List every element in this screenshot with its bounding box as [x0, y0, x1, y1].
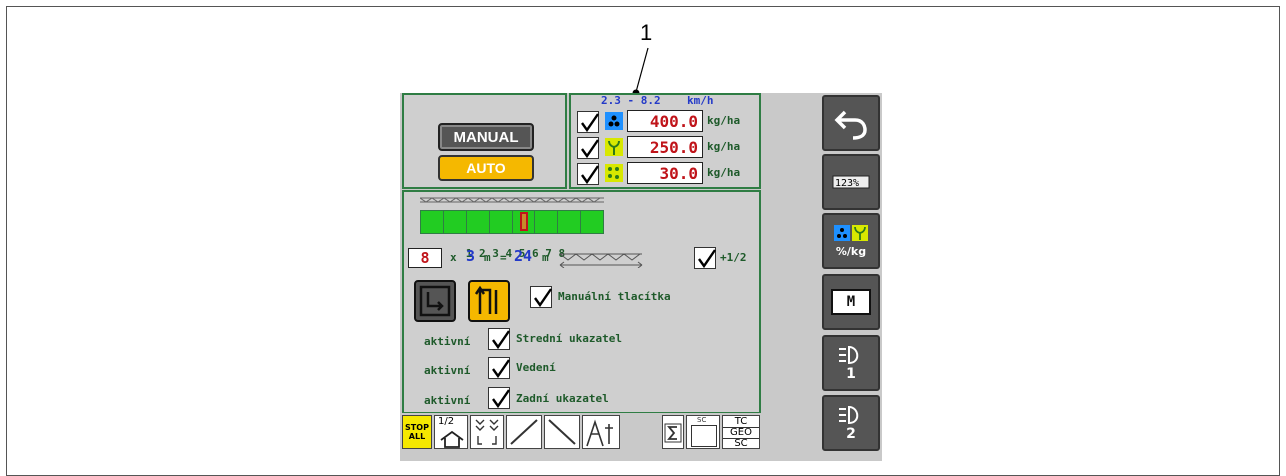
seed-small-icon	[852, 224, 868, 241]
section-1[interactable]	[421, 211, 443, 233]
seed-sprout-icon	[605, 138, 623, 156]
active-label-1: aktivní	[424, 335, 471, 348]
total-width-unit: m	[542, 251, 549, 264]
counters-button[interactable]: 123%	[822, 154, 880, 210]
sigma-icon	[664, 423, 682, 443]
active-label-3: aktivní	[424, 394, 471, 407]
guidance-checkbox[interactable]	[488, 357, 510, 379]
rear-indicator-checkbox[interactable]	[488, 387, 510, 409]
work-light-icon	[839, 345, 859, 365]
marker-icon	[586, 419, 613, 447]
bottom-toolbar: STOP ALL 1/2 SC TC GEO SC	[400, 413, 762, 453]
rate-enable-checkbox-2[interactable]	[577, 137, 599, 159]
headland-exit-button[interactable]	[414, 280, 456, 322]
rate-units-icons	[834, 224, 868, 241]
tc-geo-sc-button[interactable]: TC GEO SC	[722, 415, 760, 449]
stop-all-button[interactable]: STOP ALL	[402, 415, 432, 449]
light-2-button[interactable]: 2	[822, 395, 880, 451]
stop-all-line1: STOP	[405, 423, 429, 432]
memory-button[interactable]: M	[822, 274, 880, 330]
section-4[interactable]	[489, 211, 512, 233]
rate-value-microgranule[interactable]: 30.0	[627, 162, 703, 184]
tc-label: TC	[734, 416, 748, 427]
manual-buttons-checkbox[interactable]	[530, 286, 552, 308]
section-6[interactable]	[535, 211, 558, 233]
light-1-number: 1	[846, 366, 856, 382]
speed-range: 2.3 - 8.2	[601, 94, 661, 107]
diagonal-line-reverse-icon	[548, 419, 576, 445]
rate-units-label: %/kg	[835, 244, 867, 258]
section-bar	[420, 210, 604, 234]
rate-value-seed[interactable]: 250.0	[627, 136, 703, 158]
half-width-label: +1/2	[720, 251, 747, 264]
working-width-row: 8 x 3 m = 24 m +1/2	[408, 247, 764, 270]
marker-button[interactable]	[582, 415, 620, 449]
sections-shift-icon	[475, 419, 499, 445]
times-sign: x	[450, 251, 457, 264]
sc-frame	[691, 425, 717, 447]
rear-indicator-label: Zadní ukazatel	[516, 392, 609, 405]
turn-right-icon	[419, 285, 451, 317]
guidance-line-ab-button[interactable]	[506, 415, 542, 449]
rate-enable-checkbox-1[interactable]	[577, 111, 599, 133]
equals-sign: =	[500, 251, 507, 264]
section-width-unit: m	[484, 251, 491, 264]
rate-unit: kg/ha	[707, 140, 741, 153]
rate-enable-checkbox-3[interactable]	[577, 163, 599, 185]
section-2[interactable]	[443, 211, 466, 233]
active-label-2: aktivní	[424, 364, 471, 377]
speed-unit: km/h	[687, 94, 714, 107]
section-3[interactable]	[466, 211, 489, 233]
geo-label: GEO	[723, 427, 759, 438]
microgranule-icon	[605, 164, 623, 182]
guidance-line-ba-button[interactable]	[544, 415, 580, 449]
section-settings-panel: 1 2 3 4 5 6 7 8 8 x 3 m = 24 m +1/2 Manu…	[402, 190, 761, 414]
rate-value-fertilizer[interactable]: 400.0	[627, 110, 703, 132]
home-icon	[440, 430, 464, 448]
back-arrow-icon	[834, 110, 867, 140]
headland-turn-button[interactable]	[468, 280, 510, 322]
rate-unit: kg/ha	[707, 114, 741, 127]
mode-panel: MANUAL AUTO	[402, 93, 567, 189]
manual-buttons-label: Manuální tlacítka	[558, 290, 671, 303]
half-section-button[interactable]: 1/2	[434, 415, 468, 449]
section-5[interactable]	[512, 211, 535, 233]
center-indicator-checkbox[interactable]	[488, 328, 510, 350]
svg-text:123%: 123%	[835, 178, 859, 189]
memory-icon: M	[831, 289, 871, 315]
sum-counter-button[interactable]	[662, 415, 684, 449]
rate-unit: kg/ha	[707, 166, 741, 179]
sc-label: SC	[723, 438, 759, 449]
total-width-value: 24	[514, 247, 533, 265]
sections-shift-button[interactable]	[470, 415, 504, 449]
light-1-button[interactable]: 1	[822, 335, 880, 391]
rate-units-button[interactable]: %/kg	[822, 213, 880, 269]
application-rates-panel: 2.3 - 8.2 km/h 400.0 kg/ha 250.0 kg/ha 3…	[569, 93, 761, 189]
auto-mode-button[interactable]: AUTO	[438, 155, 534, 181]
section-count-field[interactable]: 8	[408, 248, 442, 268]
u-turn-icon	[474, 285, 498, 314]
stop-all-line2: ALL	[408, 432, 426, 441]
section-8[interactable]	[581, 211, 603, 233]
section-width-value: 3	[466, 247, 476, 265]
center-indicator-label: Strední ukazatel	[516, 332, 622, 345]
guidance-label: Vedení	[516, 361, 556, 374]
boom-icon	[420, 197, 604, 203]
back-button[interactable]	[822, 95, 880, 151]
work-light-icon	[839, 405, 859, 425]
fertilizer-icon	[605, 112, 623, 130]
half-width-checkbox[interactable]	[694, 247, 716, 269]
manual-mode-button[interactable]: MANUAL	[438, 123, 534, 151]
terminal-screen: MANUAL AUTO 2.3 - 8.2 km/h 400.0 kg/ha 2…	[400, 93, 882, 461]
section-control-button[interactable]: SC	[686, 415, 720, 449]
section-7[interactable]	[558, 211, 581, 233]
fertilizer-small-icon	[834, 224, 850, 241]
boom-width-icon	[559, 253, 643, 268]
diagonal-line-icon	[510, 419, 538, 445]
light-2-number: 2	[846, 426, 856, 442]
counter-digits-icon: 123%	[832, 175, 870, 189]
